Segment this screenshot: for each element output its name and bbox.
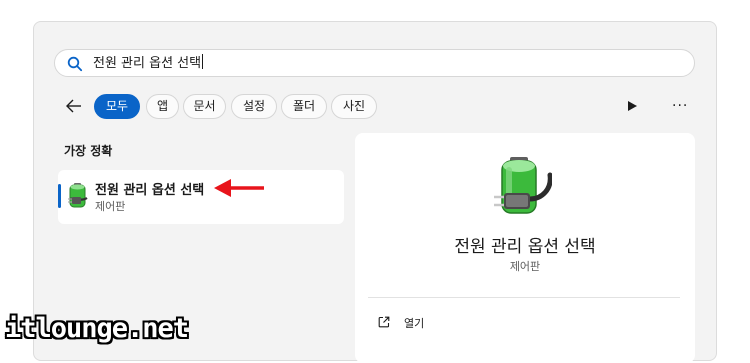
search-icon	[67, 56, 83, 72]
result-subtitle: 제어판	[95, 200, 126, 213]
battery-plug-icon	[68, 183, 88, 208]
open-action[interactable]: 열기	[372, 310, 672, 334]
tab-all[interactable]: 모두	[94, 94, 140, 119]
detail-subtitle: 제어판	[509, 260, 541, 273]
more-options-button[interactable]: ···	[672, 99, 688, 113]
tab-settings[interactable]: 설정	[231, 94, 277, 119]
open-external-icon	[378, 316, 390, 328]
tab-photos[interactable]: 사진	[331, 94, 377, 119]
battery-plug-large-icon	[494, 157, 552, 214]
result-title: 전원 관리 옵션 선택	[95, 183, 205, 198]
tab-apps[interactable]: 앱	[146, 94, 179, 119]
divider	[368, 297, 680, 298]
back-arrow-icon[interactable]	[64, 96, 84, 116]
best-match-result[interactable]: 전원 관리 옵션 선택 제어판	[58, 170, 344, 224]
tab-folders[interactable]: 폴더	[281, 94, 327, 119]
selection-indicator	[58, 184, 61, 208]
section-title: 가장 정확	[64, 144, 113, 158]
text-caret	[202, 54, 204, 69]
tab-documents[interactable]: 문서	[183, 94, 226, 119]
search-input[interactable]: 전원 관리 옵션 선택	[93, 54, 204, 73]
search-box[interactable]: 전원 관리 옵션 선택	[54, 49, 695, 77]
annotation-arrow-icon	[214, 179, 264, 197]
detail-title: 전원 관리 옵션 선택	[454, 237, 596, 257]
play-icon[interactable]	[626, 100, 638, 112]
open-action-label: 열기	[404, 317, 425, 330]
watermark: itlounge.net	[5, 313, 189, 344]
search-query: 전원 관리 옵션 선택	[93, 56, 202, 71]
